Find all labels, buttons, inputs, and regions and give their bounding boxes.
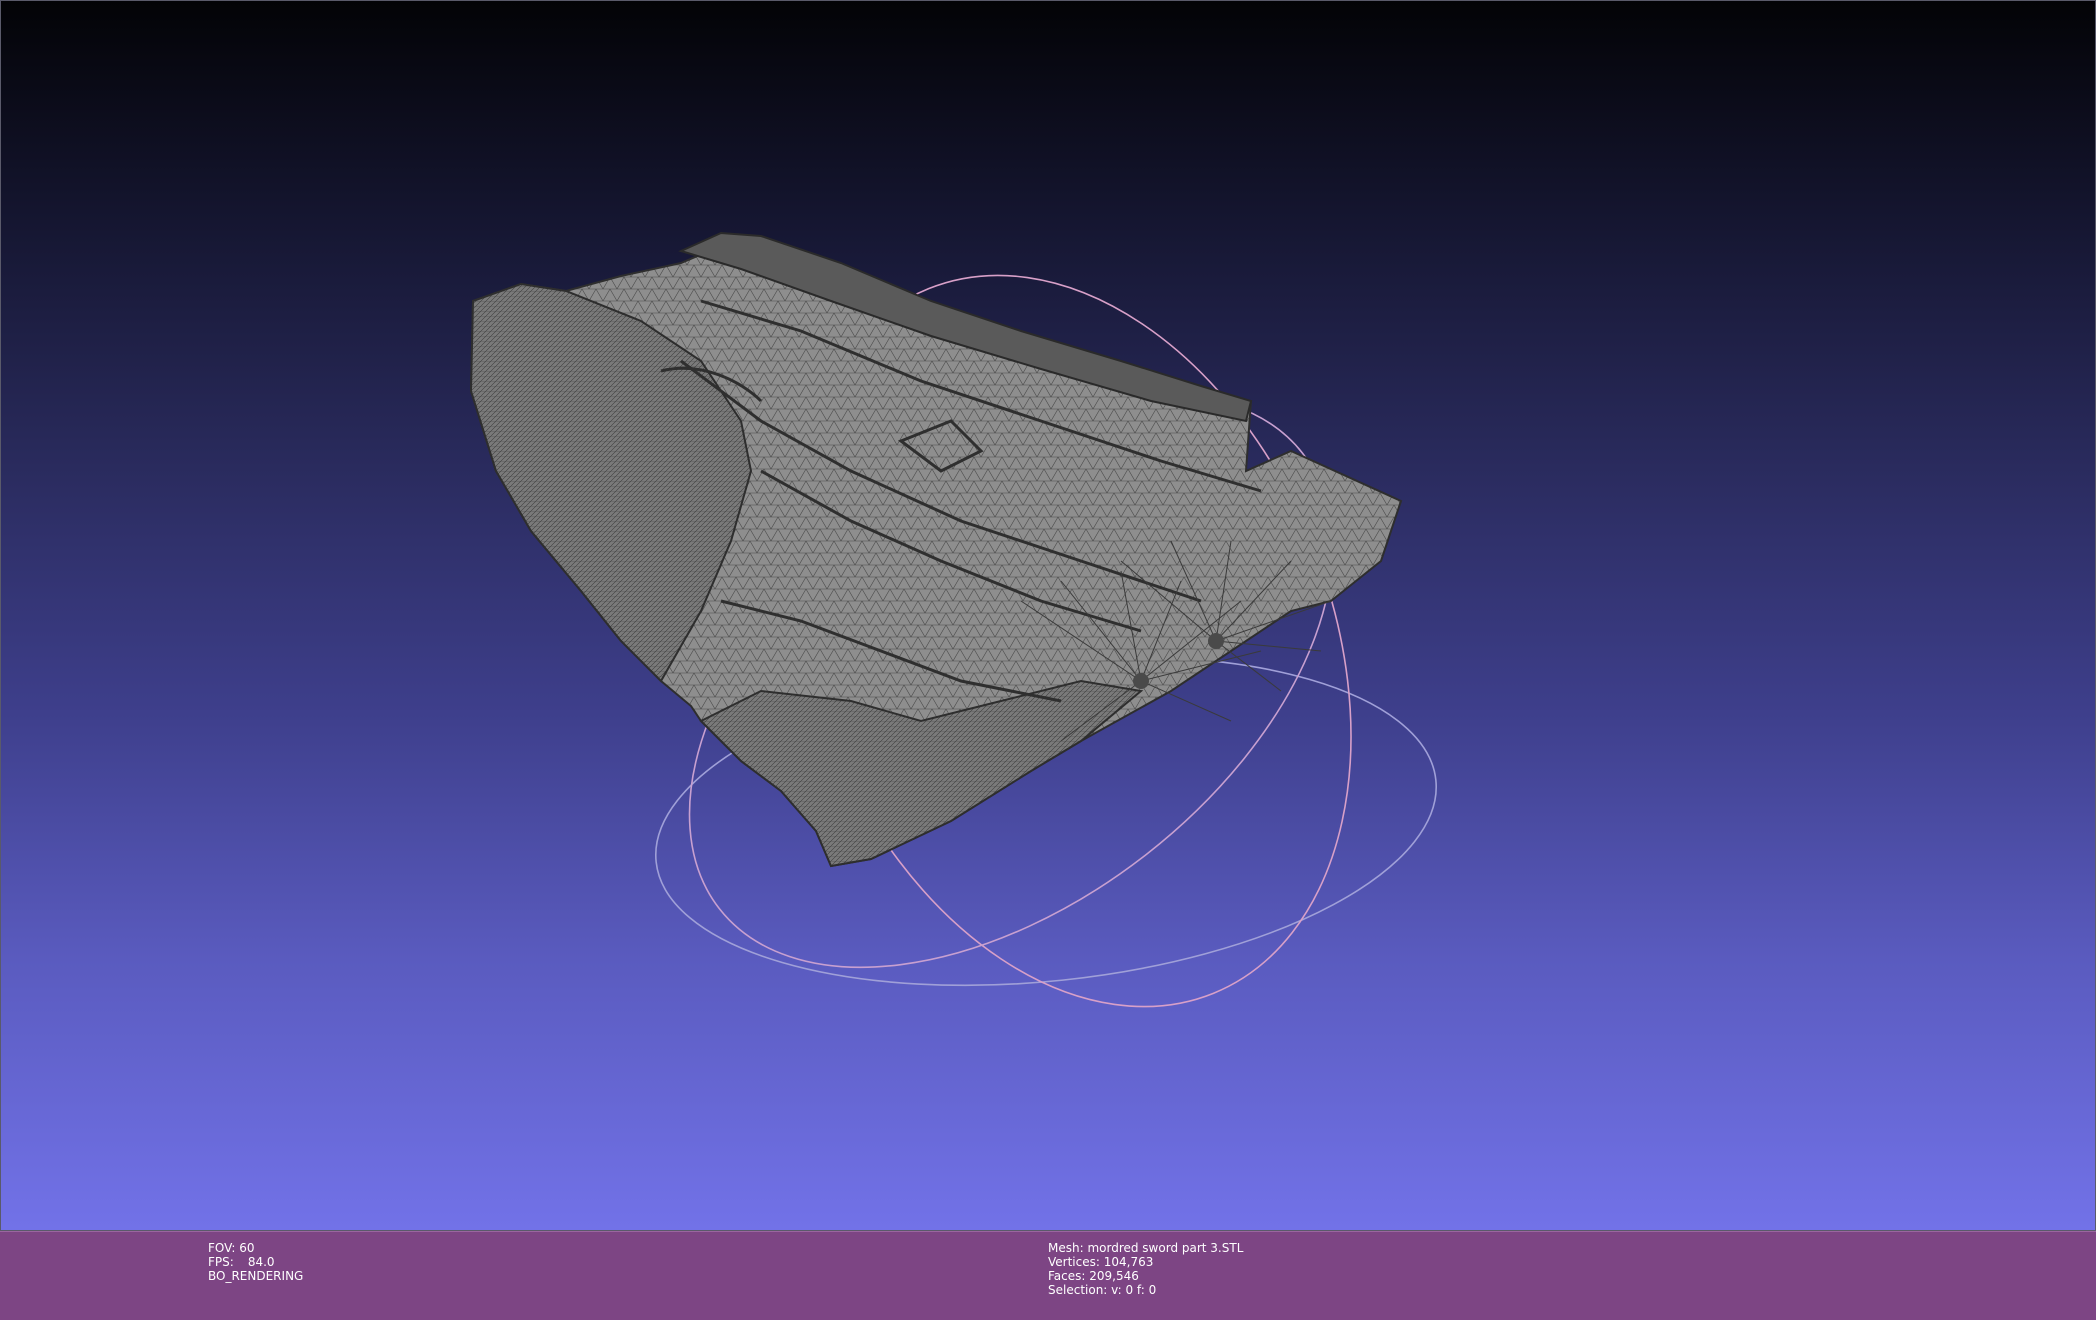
render-info: FOV: 60 FPS: 84.0 BO_RENDERING — [208, 1241, 303, 1283]
status-bar: FOV: 60 FPS: 84.0 BO_RENDERING Mesh: mord… — [0, 1231, 2096, 1320]
render-mode: BO_RENDERING — [208, 1269, 304, 1283]
selection-info: Selection: v: 0 f: 0 — [1048, 1283, 1157, 1297]
mesh-model[interactable] — [469, 231, 1403, 868]
fps-label: FPS: — [208, 1255, 234, 1269]
mesh-scene[interactable] — [1, 1, 2096, 1231]
fps-readout: FPS: 84.0 — [208, 1255, 303, 1269]
fps-value: 84.0 — [247, 1255, 275, 1269]
mesh-vertex-b — [1208, 633, 1224, 649]
mesh-info: Mesh: mordred sword part 3.STL Vertices:… — [1048, 1241, 1243, 1297]
mesh-name: Mesh: mordred sword part 3.STL — [1048, 1241, 1244, 1255]
mesh-vertex-a — [1133, 673, 1149, 689]
fov-readout: FOV: 60 — [208, 1241, 255, 1255]
vertex-count: Vertices: 104,763 — [1048, 1255, 1154, 1269]
3d-viewport[interactable] — [0, 0, 2096, 1231]
face-count: Faces: 209,546 — [1048, 1269, 1139, 1283]
